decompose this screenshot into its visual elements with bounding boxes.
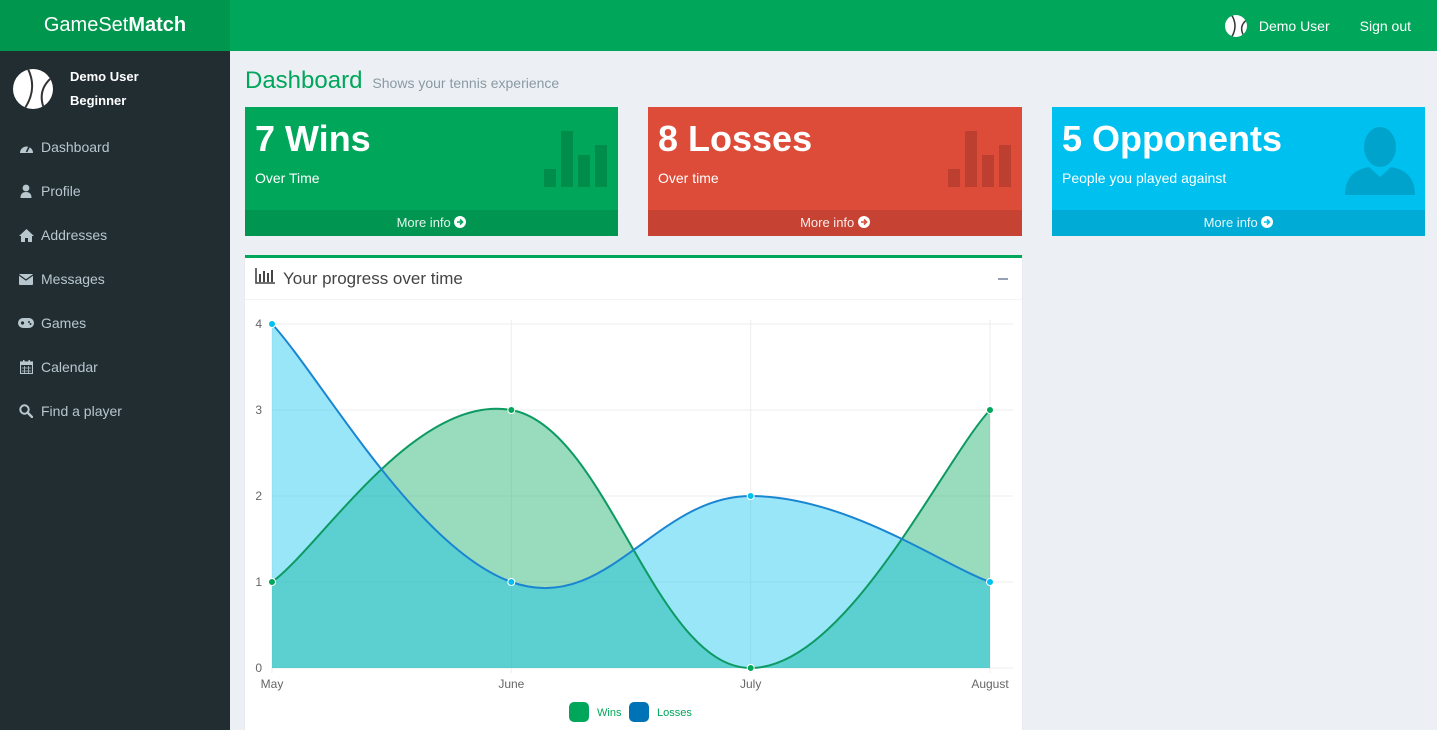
data-point-wins	[746, 664, 755, 672]
x-tick-label: August	[971, 677, 1009, 691]
sidebar-menu: Dashboard Profile Addresses Messages Gam…	[0, 125, 230, 433]
bar-chart-icon	[255, 268, 275, 289]
y-tick-label: 4	[255, 317, 262, 331]
brand-bold: Match	[128, 14, 187, 36]
x-tick-label: May	[261, 677, 284, 691]
sidebar-item-find-player[interactable]: Find a player	[0, 389, 230, 433]
search-icon	[18, 403, 34, 419]
sidebar-item-label: Games	[41, 315, 87, 331]
home-icon	[18, 227, 34, 243]
person-icon	[1345, 127, 1415, 200]
gamepad-icon	[18, 315, 34, 331]
sidebar: Demo User Beginner Dashboard Profile Add…	[0, 51, 230, 730]
y-tick-label: 1	[255, 575, 262, 589]
more-info-label: More info	[800, 215, 855, 230]
collapse-minus-icon[interactable]	[998, 278, 1008, 280]
progress-chart: 0 1 2 3 4 May June July August Wins Losses	[255, 317, 1013, 722]
data-point-wins	[507, 406, 516, 414]
data-point-losses	[746, 492, 755, 500]
wins-stat-box: 7 Wins Over Time More info	[245, 107, 618, 236]
user-menu[interactable]: Demo User	[1224, 14, 1330, 37]
data-point-losses	[986, 578, 994, 586]
sidebar-user-name: Demo User	[70, 69, 139, 84]
legend-swatch-losses	[629, 702, 649, 722]
brand-light: GameSet	[43, 14, 129, 36]
signout-link[interactable]: Sign out	[1360, 18, 1411, 34]
sidebar-item-addresses[interactable]: Addresses	[0, 213, 230, 257]
legend-label-wins: Wins	[597, 707, 622, 719]
x-tick-label: June	[498, 677, 524, 691]
sidebar-item-messages[interactable]: Messages	[0, 257, 230, 301]
more-info-label: More info	[396, 215, 451, 230]
tennis-ball-icon	[1224, 14, 1247, 37]
sidebar-user-level: Beginner	[70, 93, 127, 108]
data-point-losses	[268, 320, 276, 328]
arrow-circle-right-icon	[454, 215, 467, 230]
data-point-wins	[268, 578, 276, 586]
top-navbar: Demo User Sign out	[230, 0, 1437, 51]
page-title: Dashboard	[245, 67, 363, 94]
bar-chart-icon	[544, 127, 608, 192]
arrow-circle-right-icon	[857, 215, 870, 230]
progress-box-title: Your progress over time	[283, 268, 463, 288]
wins-more-info-link[interactable]: More info	[245, 210, 618, 236]
content: Dashboard Shows your tennis experience 7…	[230, 51, 1437, 730]
sidebar-item-label: Find a player	[41, 403, 122, 419]
arrow-circle-right-icon	[1261, 215, 1274, 230]
user-panel: Demo User Beginner	[0, 51, 230, 125]
opponents-stat-box: 5 Opponents People you played against Mo…	[1052, 107, 1425, 236]
sidebar-item-dashboard[interactable]: Dashboard	[0, 125, 230, 169]
data-point-wins	[986, 406, 994, 414]
more-info-label: More info	[1203, 215, 1258, 230]
losses-stat-box: 8 Losses Over time More info	[648, 107, 1022, 236]
opponents-more-info-link[interactable]: More info	[1052, 210, 1425, 236]
sidebar-item-games[interactable]: Games	[0, 301, 230, 345]
data-point-losses	[507, 578, 516, 586]
losses-more-info-link[interactable]: More info	[648, 210, 1022, 236]
bar-chart-icon	[948, 127, 1012, 192]
sidebar-item-label: Calendar	[41, 359, 98, 375]
x-tick-label: July	[740, 677, 761, 691]
sidebar-item-label: Dashboard	[41, 139, 110, 155]
legend-label-losses: Losses	[657, 707, 692, 719]
envelope-icon	[18, 271, 34, 287]
y-tick-label: 2	[255, 489, 262, 503]
calendar-icon	[18, 359, 34, 375]
sidebar-item-calendar[interactable]: Calendar	[0, 345, 230, 389]
brand-logo[interactable]: GameSet Match	[0, 0, 230, 51]
dashboard-icon	[18, 139, 34, 155]
sidebar-item-label: Profile	[41, 183, 81, 199]
page-header: Dashboard Shows your tennis experience	[245, 67, 559, 95]
sidebar-item-profile[interactable]: Profile	[0, 169, 230, 213]
tennis-ball-avatar-icon	[13, 69, 53, 109]
topbar-user-name: Demo User	[1258, 17, 1330, 34]
y-tick-label: 0	[255, 661, 262, 675]
y-tick-label: 3	[255, 403, 262, 417]
sidebar-item-label: Addresses	[41, 227, 108, 243]
sidebar-item-label: Messages	[41, 271, 105, 287]
progress-box-header: Your progress over time	[245, 258, 1022, 300]
page-subtitle: Shows your tennis experience	[372, 75, 560, 91]
legend-swatch-wins	[569, 702, 589, 722]
user-icon	[18, 183, 34, 199]
progress-box: Your progress over time 0 1 2 3 4 May June July…	[245, 255, 1022, 730]
